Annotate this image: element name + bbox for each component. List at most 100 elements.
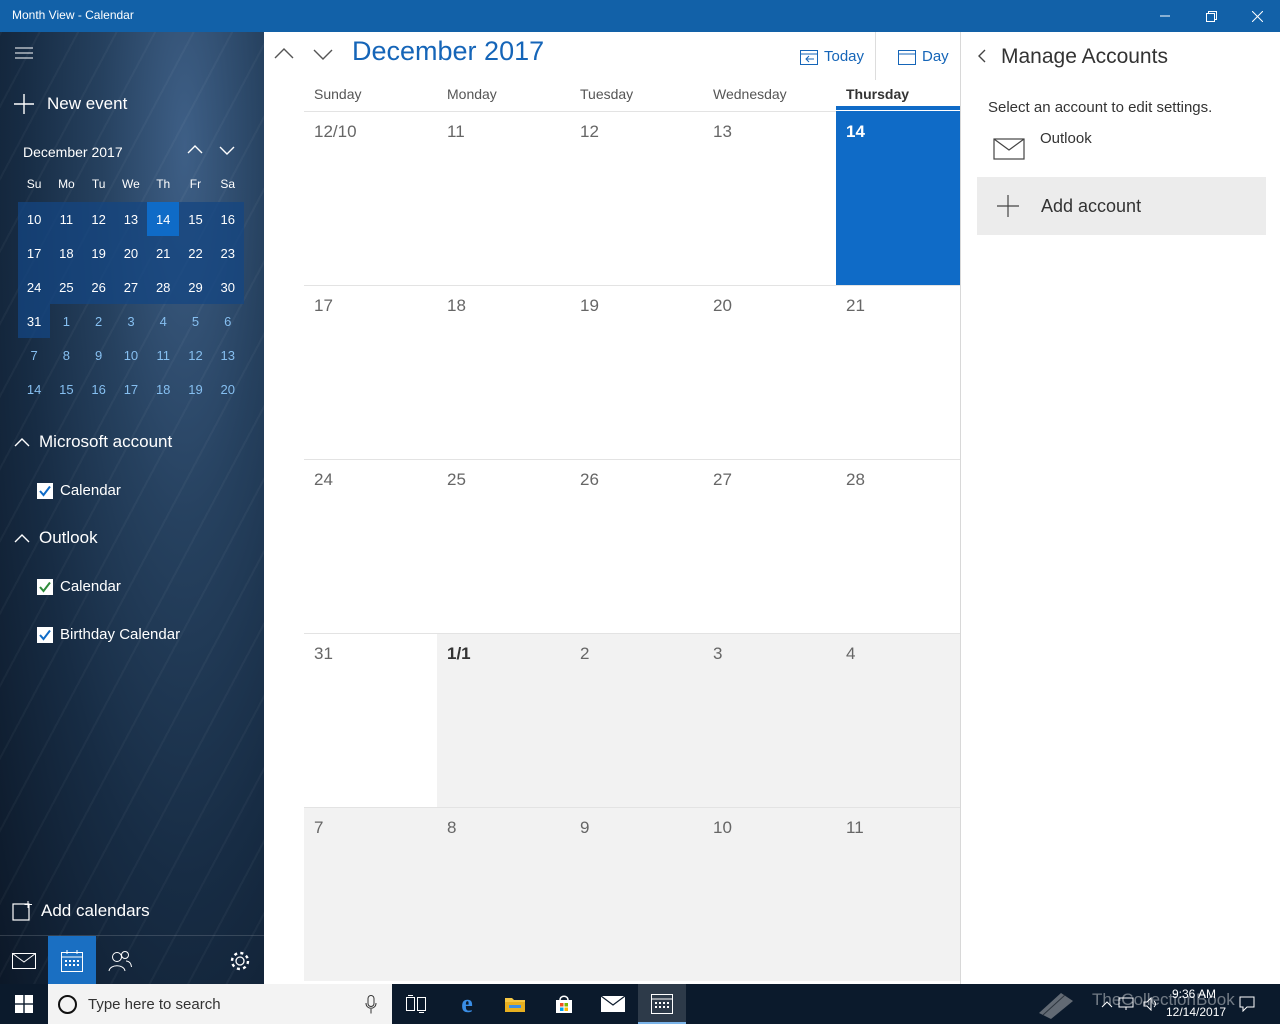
mini-day[interactable]: 11: [147, 338, 179, 372]
settings-button[interactable]: [216, 936, 264, 984]
day-cell[interactable]: 20: [703, 285, 836, 459]
day-cell[interactable]: 4: [836, 633, 960, 807]
mini-day[interactable]: 14: [18, 372, 50, 406]
day-cell[interactable]: 18: [437, 285, 570, 459]
next-month-button[interactable]: [313, 48, 333, 66]
day-cell[interactable]: 12/10: [304, 111, 437, 285]
store-taskbar-button[interactable]: [540, 984, 588, 1024]
mini-day[interactable]: 27: [114, 270, 148, 304]
add-account-button[interactable]: Add account: [977, 177, 1266, 235]
month-title[interactable]: December 2017: [352, 36, 544, 67]
mini-day[interactable]: 3: [115, 304, 147, 338]
calendar-checkbox[interactable]: [37, 579, 53, 595]
start-button[interactable]: [0, 984, 48, 1024]
mini-day[interactable]: 20: [114, 236, 148, 270]
day-cell[interactable]: 27: [703, 459, 836, 633]
mini-day[interactable]: 17: [18, 236, 51, 270]
day-cell[interactable]: 12: [570, 111, 703, 285]
day-cell[interactable]: 3: [703, 633, 836, 807]
mini-day[interactable]: 17: [115, 372, 147, 406]
day-cell[interactable]: 31: [304, 633, 437, 807]
mini-day[interactable]: 2: [83, 304, 115, 338]
mini-day[interactable]: 10: [18, 202, 51, 236]
mini-day[interactable]: 15: [50, 372, 82, 406]
mini-day[interactable]: 16: [83, 372, 115, 406]
search-box[interactable]: Type here to search: [48, 984, 392, 1024]
mini-day[interactable]: 9: [83, 338, 115, 372]
calendar-checkbox[interactable]: [37, 627, 53, 643]
day-cell-today[interactable]: 14: [836, 111, 960, 285]
close-button[interactable]: [1234, 0, 1280, 32]
mini-day[interactable]: 21: [147, 236, 180, 270]
action-center-button[interactable]: [1234, 984, 1260, 1024]
mini-day[interactable]: 23: [211, 236, 244, 270]
mini-day[interactable]: 26: [82, 270, 115, 304]
mini-day[interactable]: 13: [114, 202, 148, 236]
calendar-app-button[interactable]: [48, 936, 96, 984]
mini-day[interactable]: 11: [50, 202, 83, 236]
mini-day[interactable]: 19: [179, 372, 211, 406]
today-button[interactable]: Today: [800, 48, 864, 65]
group-header-microsoft-account[interactable]: Microsoft account: [14, 432, 172, 452]
back-button[interactable]: [977, 49, 987, 68]
new-event-button[interactable]: New event: [14, 92, 127, 116]
day-cell[interactable]: 19: [570, 285, 703, 459]
mini-day[interactable]: 31: [18, 304, 51, 338]
restore-button[interactable]: [1188, 0, 1234, 32]
day-cell[interactable]: 21: [836, 285, 960, 459]
mini-day[interactable]: 15: [179, 202, 212, 236]
day-cell[interactable]: 8: [437, 807, 570, 981]
mini-day[interactable]: 22: [179, 236, 212, 270]
hamburger-button[interactable]: [15, 46, 33, 60]
add-calendars-button[interactable]: Add calendars: [12, 900, 150, 922]
group-header-outlook[interactable]: Outlook: [14, 528, 98, 548]
mail-taskbar-button[interactable]: [589, 984, 637, 1024]
mini-day[interactable]: 19: [82, 236, 115, 270]
day-cell[interactable]: 2: [570, 633, 703, 807]
day-cell[interactable]: 11: [836, 807, 960, 981]
previous-month-button[interactable]: [274, 46, 294, 64]
day-cell[interactable]: 25: [437, 459, 570, 633]
clock-time[interactable]: 9:36 AM: [1172, 987, 1216, 1001]
day-cell[interactable]: 10: [703, 807, 836, 981]
mini-day[interactable]: 8: [50, 338, 82, 372]
day-cell[interactable]: 1/1: [437, 633, 570, 807]
mini-day[interactable]: 7: [18, 338, 50, 372]
mini-day[interactable]: 1: [50, 304, 82, 338]
mini-next-month-button[interactable]: [219, 146, 235, 156]
calendar-checkbox[interactable]: [37, 483, 53, 499]
mini-day[interactable]: 29: [179, 270, 212, 304]
edge-taskbar-button[interactable]: e: [443, 984, 491, 1024]
clock-date[interactable]: 12/14/2017: [1166, 1005, 1226, 1019]
mini-day[interactable]: 28: [147, 270, 180, 304]
mini-day[interactable]: 13: [212, 338, 244, 372]
day-cell[interactable]: 24: [304, 459, 437, 633]
calendar-taskbar-button[interactable]: [638, 984, 686, 1024]
mini-day[interactable]: 25: [50, 270, 83, 304]
day-view-button[interactable]: Day: [898, 48, 949, 65]
mini-day[interactable]: 4: [147, 304, 179, 338]
day-cell[interactable]: 17: [304, 285, 437, 459]
minimize-button[interactable]: [1142, 0, 1188, 32]
mini-day[interactable]: 12: [82, 202, 115, 236]
file-explorer-taskbar-button[interactable]: [491, 984, 539, 1024]
mini-day[interactable]: 16: [211, 202, 244, 236]
mini-day[interactable]: 6: [212, 304, 244, 338]
day-cell[interactable]: 9: [570, 807, 703, 981]
mini-day[interactable]: 10: [115, 338, 147, 372]
day-cell[interactable]: 28: [836, 459, 960, 633]
mini-day[interactable]: 24: [18, 270, 51, 304]
mini-day-selected[interactable]: 14: [147, 202, 180, 236]
mini-day[interactable]: 30: [211, 270, 244, 304]
mail-app-button[interactable]: [0, 936, 48, 984]
mini-prev-month-button[interactable]: [187, 144, 203, 154]
task-view-button[interactable]: [392, 984, 440, 1024]
mini-day[interactable]: 20: [212, 372, 244, 406]
day-cell[interactable]: 13: [703, 111, 836, 285]
day-cell[interactable]: 7: [304, 807, 437, 981]
account-item-outlook[interactable]: Outlook: [977, 128, 1267, 174]
day-cell[interactable]: 11: [437, 111, 570, 285]
mini-day[interactable]: 5: [179, 304, 211, 338]
day-cell[interactable]: 26: [570, 459, 703, 633]
mini-day[interactable]: 18: [50, 236, 83, 270]
